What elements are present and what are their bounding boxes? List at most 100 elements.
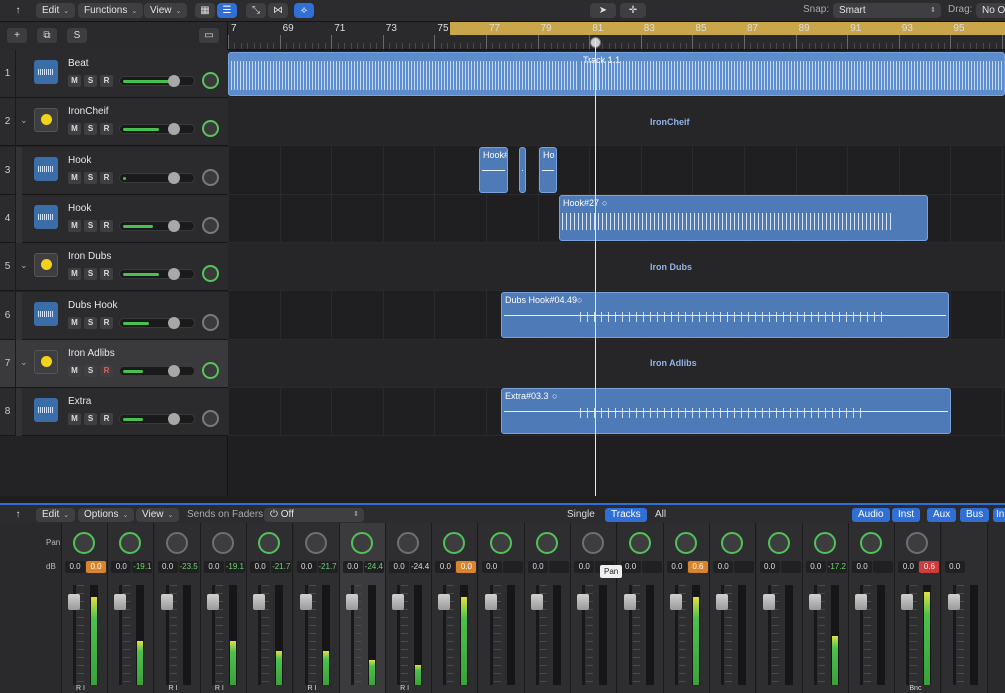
add-track-button[interactable]: + — [7, 28, 27, 43]
channel-fader[interactable] — [855, 594, 868, 610]
pan-knob[interactable] — [202, 120, 219, 138]
fader-knob[interactable] — [168, 75, 180, 87]
channel-fader[interactable] — [392, 594, 405, 610]
track-header[interactable]: 7 ⌄ Iron Adlibs M S R — [0, 339, 228, 388]
channel-strip[interactable]: 0.0 -19.1 — [108, 523, 155, 693]
pan-knob[interactable] — [202, 410, 219, 428]
audio-region-hook[interactable]: Ho — [539, 147, 557, 193]
channel-strip[interactable]: 0.0 — [617, 523, 664, 693]
channel-fader[interactable] — [345, 594, 358, 610]
pan-knob[interactable] — [536, 532, 558, 554]
track-header[interactable]: 5 ⌄ Iron Dubs M S R — [0, 243, 228, 292]
playhead[interactable] — [595, 38, 596, 496]
mute-button[interactable]: M — [68, 364, 81, 377]
up-arrow-icon[interactable]: ↑ — [8, 507, 28, 522]
mute-button[interactable]: M — [68, 268, 81, 281]
channel-fader[interactable] — [253, 594, 266, 610]
pan-knob[interactable] — [119, 532, 142, 554]
pan-knob[interactable] — [202, 265, 219, 283]
pan-knob[interactable] — [628, 532, 651, 554]
pan-knob[interactable] — [674, 532, 697, 554]
mute-button[interactable]: M — [68, 123, 81, 136]
pan-knob[interactable] — [202, 168, 219, 186]
channel-fader[interactable] — [808, 594, 821, 610]
disclosure-triangle-icon[interactable]: ⌄ — [20, 357, 28, 368]
pan-knob[interactable] — [489, 532, 512, 554]
pan-knob[interactable] — [304, 532, 327, 554]
solo-button[interactable]: S — [84, 123, 97, 136]
audio-region-hook[interactable]: Hook# — [479, 147, 508, 193]
channel-fader[interactable] — [206, 594, 219, 610]
pan-knob[interactable] — [211, 532, 234, 554]
cycle-range[interactable] — [450, 22, 1005, 35]
mixer-view-button[interactable]: View ⌄ — [136, 508, 180, 522]
track-header[interactable]: 8 Extra M S R — [0, 388, 228, 437]
audio-region-beat[interactable]: Track 1.1 — [228, 52, 1005, 96]
channel-strip[interactable]: 0.0 -21.7 R I — [293, 523, 340, 693]
pan-knob[interactable] — [165, 532, 188, 554]
collapse-icon[interactable]: ▭ — [199, 28, 219, 43]
channel-fader[interactable] — [484, 594, 497, 610]
mixer-all-tab[interactable]: All — [649, 508, 672, 522]
fader-knob[interactable] — [168, 364, 180, 377]
track-name[interactable]: Dubs Hook — [68, 300, 117, 311]
volume-fader[interactable] — [119, 123, 195, 136]
record-arm-button[interactable]: R — [100, 123, 113, 136]
mixer-edit-button[interactable]: Edit ⌄ — [36, 508, 76, 522]
mixer-single-tab[interactable]: Single — [561, 508, 601, 522]
track-name[interactable]: Iron Adlibs — [68, 348, 115, 359]
track-header[interactable]: 1 Beat M S R — [0, 50, 228, 98]
mixer-tracks-tab[interactable]: Tracks — [605, 508, 647, 522]
strip-footer[interactable]: R I — [308, 685, 317, 692]
audio-region-hook27[interactable]: Hook#27 ○ — [559, 195, 928, 241]
pan-knob[interactable] — [397, 532, 420, 554]
mute-button[interactable]: M — [68, 219, 81, 232]
volume-fader[interactable] — [119, 268, 195, 281]
track-name[interactable]: Beat — [68, 58, 89, 69]
channel-strip[interactable]: 0.0 -17.2 — [802, 523, 849, 693]
track-name[interactable]: Hook — [68, 203, 91, 214]
pan-knob[interactable] — [443, 532, 466, 554]
channel-fader[interactable] — [669, 594, 682, 610]
solo-button[interactable]: S — [84, 171, 97, 184]
channel-fader[interactable] — [438, 594, 451, 610]
record-arm-button[interactable]: R — [100, 364, 113, 377]
channel-fader[interactable] — [299, 594, 312, 610]
pointer-tool-icon[interactable]: ➤ — [590, 3, 616, 18]
record-arm-button[interactable]: R — [100, 171, 113, 184]
marquee-tool-icon[interactable]: ✛ — [620, 3, 646, 18]
volume-fader[interactable] — [119, 316, 195, 329]
global-solo-button[interactable]: S — [67, 28, 87, 43]
pan-knob[interactable] — [582, 532, 605, 554]
pan-knob[interactable] — [202, 313, 219, 331]
channel-strip[interactable]: 0.0 — [571, 523, 618, 693]
disclosure-triangle-icon[interactable]: ⌄ — [20, 115, 28, 126]
channel-strip[interactable]: 0.0 -21.7 — [247, 523, 294, 693]
channel-strip[interactable]: 0.0 -19.1 R I — [200, 523, 247, 693]
filter-aux-button[interactable]: Aux — [927, 508, 957, 522]
drag-select[interactable]: No Ov — [976, 3, 1005, 18]
filter-audio-button[interactable]: Audio — [852, 508, 890, 522]
mixer-options-button[interactable]: Options ⌄ — [78, 508, 135, 522]
channel-strip[interactable]: 0.0 0.0 — [432, 523, 479, 693]
arrange-area[interactable]: Track 1.1 IronCheif Hook# Ho Hook#27 ○ I… — [228, 50, 1005, 496]
track-header[interactable]: 2 ⌄ IronCheif M S R — [0, 98, 228, 147]
solo-button[interactable]: S — [84, 219, 97, 232]
audio-region-dubs-hook[interactable]: Dubs Hook#04.49 ○ — [501, 292, 949, 338]
list-view-icon[interactable]: ☰ — [217, 3, 237, 18]
solo-button[interactable]: S — [84, 364, 97, 377]
pan-knob[interactable] — [202, 361, 219, 379]
mute-button[interactable]: M — [68, 75, 81, 87]
pan-knob[interactable] — [906, 532, 929, 554]
channel-strip[interactable]: 0.0 — [849, 523, 896, 693]
channel-fader[interactable] — [531, 594, 543, 610]
audio-region-hook[interactable] — [519, 147, 526, 193]
fader-knob[interactable] — [168, 413, 180, 426]
solo-button[interactable]: S — [84, 75, 97, 87]
view-menu-button[interactable]: View ⌄ — [144, 3, 188, 18]
disclosure-triangle-icon[interactable]: ⌄ — [20, 260, 28, 271]
channel-fader[interactable] — [68, 594, 80, 610]
pan-knob[interactable] — [202, 72, 219, 89]
volume-fader[interactable] — [119, 413, 195, 426]
mute-button[interactable]: M — [68, 171, 81, 184]
